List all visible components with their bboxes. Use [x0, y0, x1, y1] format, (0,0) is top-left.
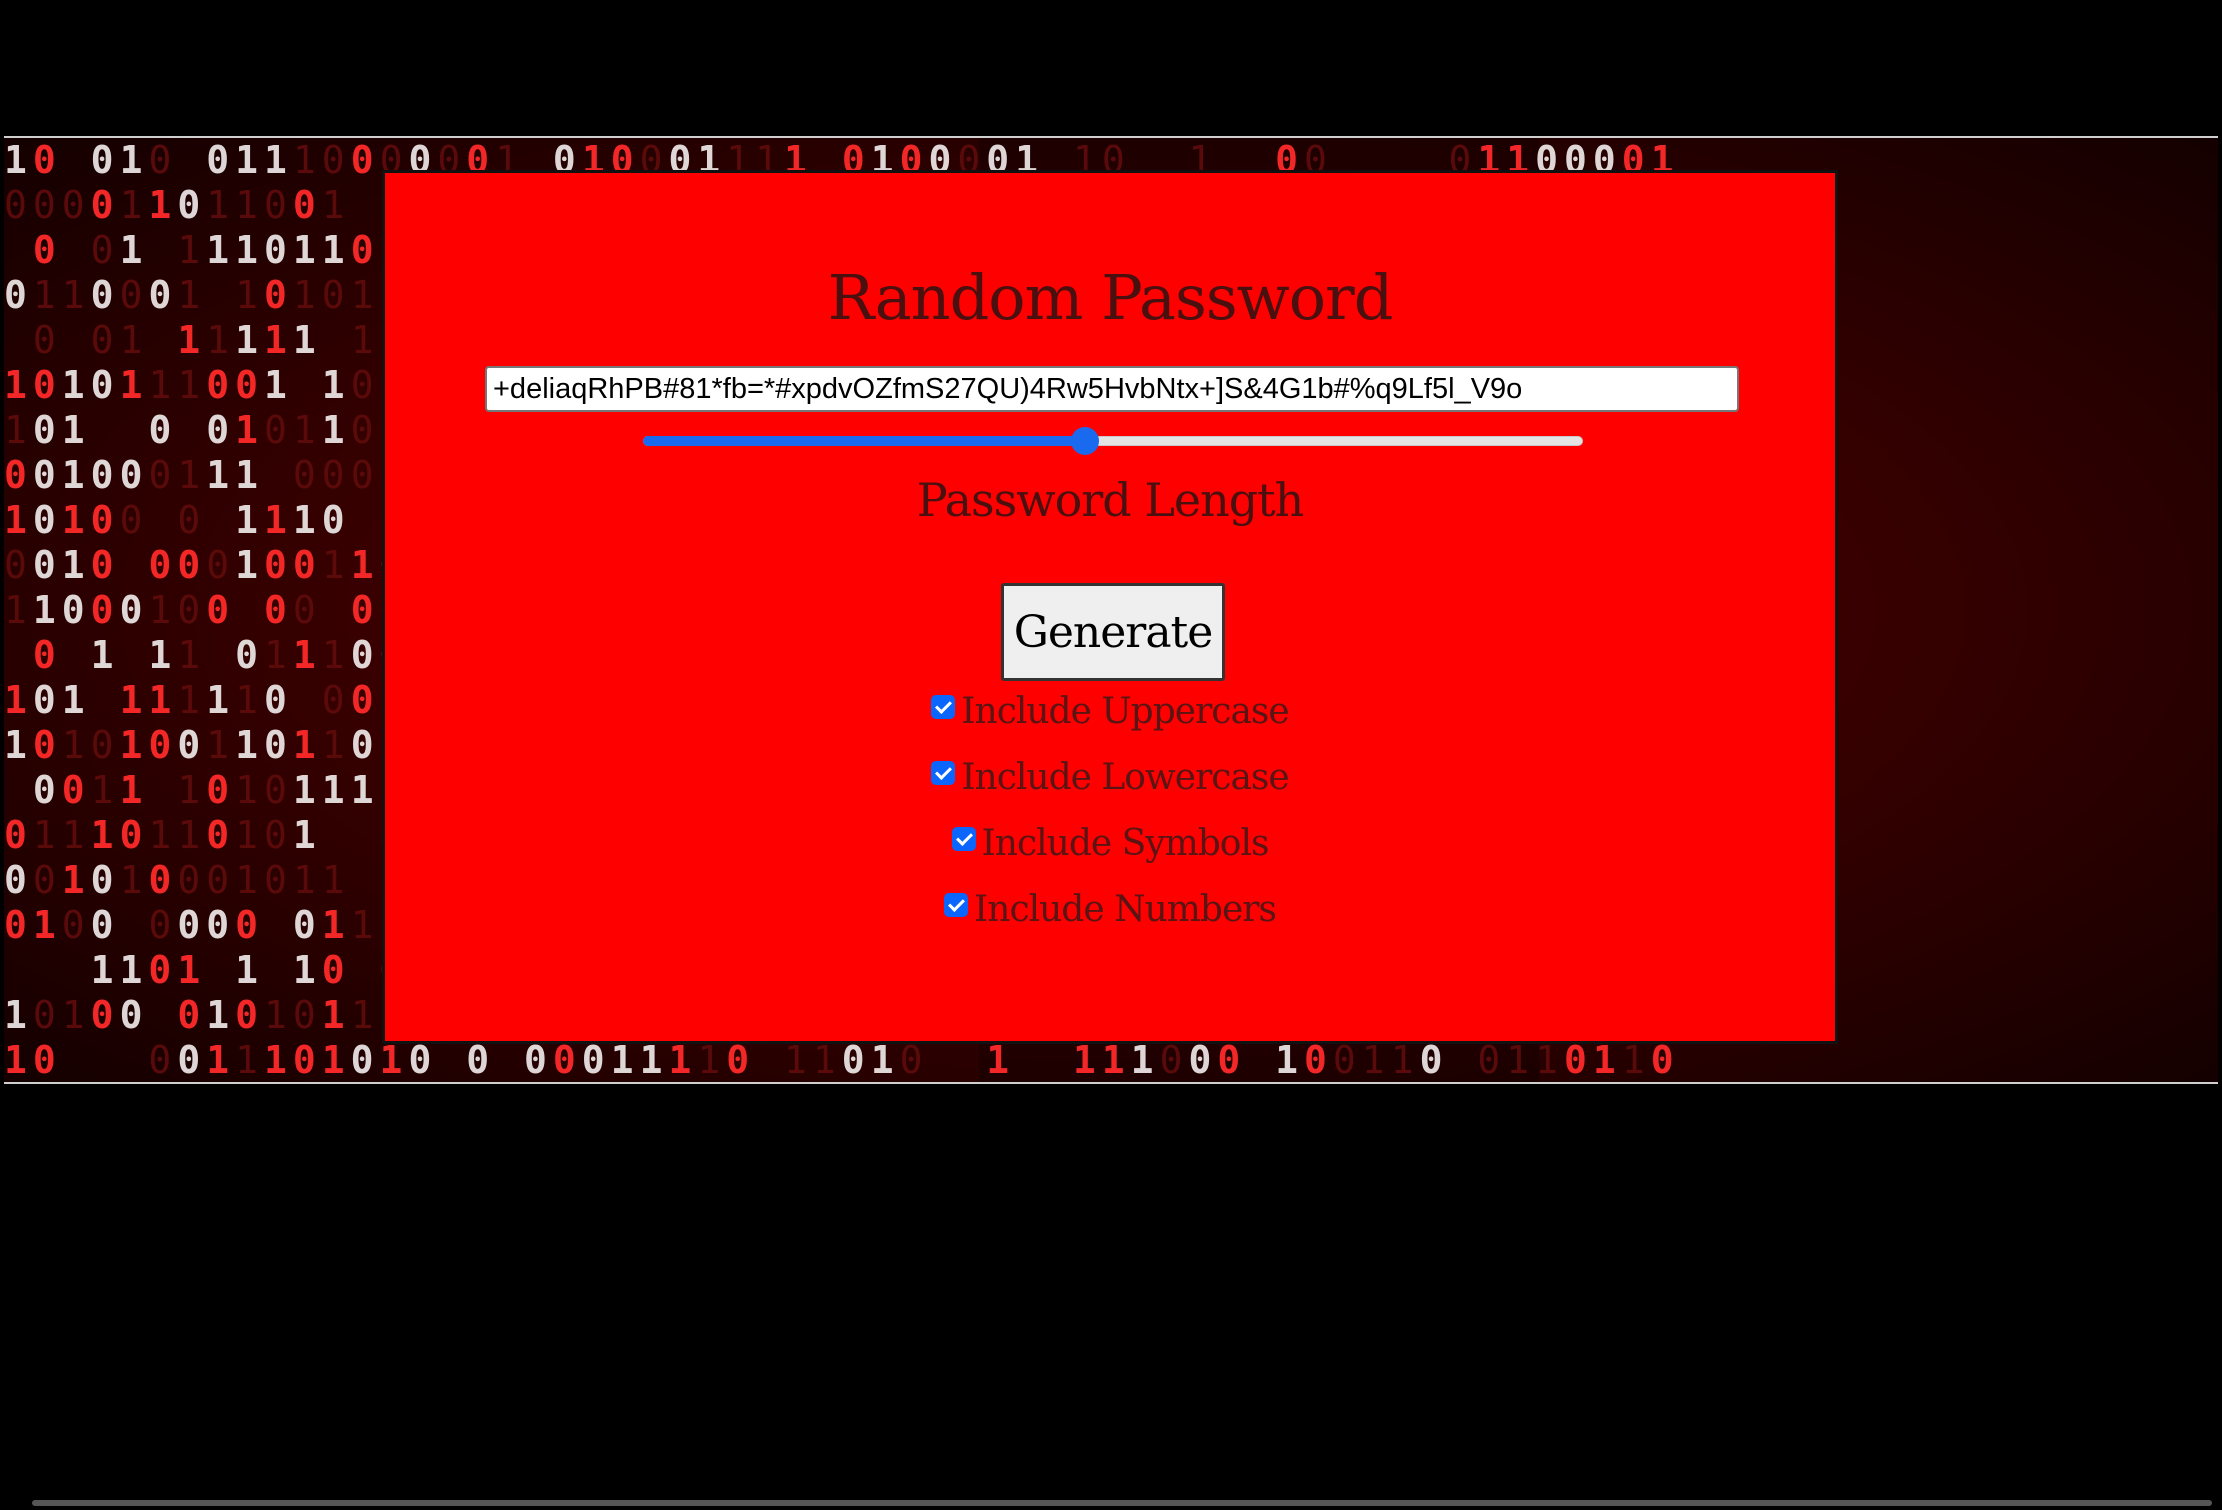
options-list: Include Uppercase Include Lowercase Incl…: [385, 685, 1835, 949]
horizontal-scrollbar[interactable]: [32, 1500, 2212, 1506]
password-generator-card: Random Password Password Length Generate…: [382, 170, 1838, 1044]
option-include-uppercase[interactable]: Include Uppercase: [385, 685, 1835, 751]
checkmark-icon[interactable]: [944, 893, 969, 917]
slider-fill: [643, 436, 1085, 446]
option-label: Include Uppercase: [961, 691, 1289, 732]
option-label: Include Lowercase: [961, 757, 1289, 798]
checkmark-icon[interactable]: [951, 827, 976, 851]
option-include-symbols[interactable]: Include Symbols: [385, 817, 1835, 883]
slider-thumb[interactable]: [1070, 427, 1099, 455]
option-include-numbers[interactable]: Include Numbers: [385, 883, 1835, 949]
checkmark-icon[interactable]: [931, 695, 956, 719]
checkmark-icon[interactable]: [931, 761, 956, 785]
password-output-field[interactable]: [485, 366, 1739, 412]
option-label: Include Numbers: [974, 889, 1277, 930]
password-length-label: Password Length: [916, 473, 1305, 527]
option-label: Include Symbols: [981, 823, 1270, 864]
page-title: Random Password: [827, 261, 1394, 334]
password-length-slider[interactable]: [643, 423, 1583, 459]
option-include-lowercase[interactable]: Include Lowercase: [385, 751, 1835, 817]
generate-button[interactable]: Generate: [1001, 583, 1225, 681]
page: 10 010 01110000001 010001111 0100001 10 …: [0, 0, 2222, 1510]
